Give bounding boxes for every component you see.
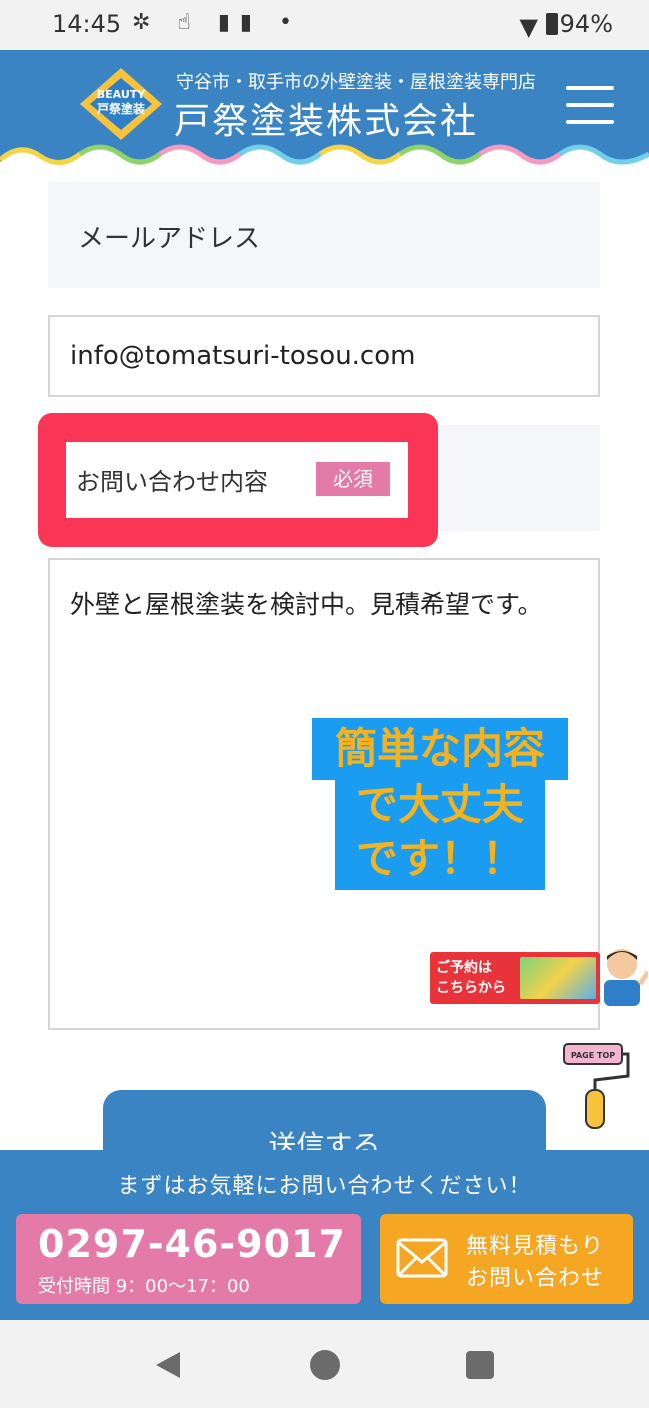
quote-line-2: お問い合わせ (466, 1266, 605, 1291)
email-label-box: メールアドレス (48, 182, 600, 288)
highlight-frame: お問い合わせ内容 必須 (38, 413, 438, 547)
inquiry-text: 外壁と屋根塗装を検討中。見積希望です。 (70, 590, 543, 619)
inquiry-label-inner: お問い合わせ内容 必須 (66, 442, 408, 518)
phone-call-button[interactable]: 0297-46-9017 受付時間 9：00〜17：00 (16, 1214, 361, 1304)
company-name[interactable]: 戸祭塗装株式会社 (174, 92, 478, 144)
reserve-line-2: こちらから (436, 980, 506, 996)
svg-text:戸祭塗装: 戸祭塗装 (97, 101, 145, 116)
reserve-thumbnail (520, 957, 596, 999)
callout-lines-2-3: で大丈夫 です！！ (335, 778, 545, 890)
status-bar: 14:45 ✲ ☝ ▮▮ • ▼ 94% (0, 0, 649, 50)
menu-icon[interactable] (566, 84, 614, 126)
battery-icon (545, 13, 558, 35)
home-icon[interactable] (310, 1350, 340, 1380)
phone-number: 0297-46-9017 (38, 1222, 346, 1266)
required-badge: 必須 (316, 462, 390, 496)
back-icon[interactable] (154, 1350, 184, 1380)
contact-cta-bar: まずはお気軽にお問い合わせください！ 0297-46-9017 受付時間 9：0… (0, 1150, 649, 1320)
page-top-button[interactable]: PAGE TOP (560, 1040, 630, 1132)
svg-text:BEAUTY: BEAUTY (97, 88, 147, 101)
reserve-banner-text: ご予約は こちらから (436, 958, 506, 998)
mail-icon (396, 1238, 448, 1278)
company-logo[interactable]: BEAUTY 戸祭塗装 (78, 66, 164, 142)
email-field[interactable]: info@tomatsuri-tosou.com (48, 315, 600, 397)
cta-lead-text: まずはお気軽にお問い合わせください！ (117, 1174, 532, 1199)
system-nav-bar (0, 1320, 649, 1408)
mascot-character (604, 949, 648, 1006)
callout-line-1: 簡単な内容 (312, 718, 568, 780)
notification-icons: ✲ ☝ ▮▮ • (132, 10, 302, 35)
free-quote-button[interactable]: 無料見積もり お問い合わせ (380, 1214, 633, 1304)
battery-level: 94% (559, 10, 613, 38)
reserve-line-1: ご予約は (436, 960, 492, 976)
status-time: 14:45 (52, 10, 122, 38)
email-label: メールアドレス (78, 224, 261, 254)
reserve-banner[interactable]: ご予約は こちらから (430, 952, 600, 1004)
status-right: ▼ 94% (520, 10, 613, 41)
header-tagline: 守谷市・取手市の外壁塗装・屋根塗装専門店 (176, 72, 536, 93)
site-header: BEAUTY 戸祭塗装 守谷市・取手市の外壁塗装・屋根塗装専門店 戸祭塗装株式会… (0, 50, 649, 180)
callout-line-3: です！！ (355, 834, 524, 883)
recents-icon[interactable] (466, 1351, 494, 1379)
inquiry-label: お問い合わせ内容 (76, 468, 268, 496)
quote-line-1: 無料見積もり (466, 1234, 605, 1259)
header-wave-decoration (0, 144, 649, 180)
svg-text:PAGE TOP: PAGE TOP (571, 1051, 615, 1060)
callout-line-2: で大丈夫 (355, 780, 524, 829)
wifi-icon: ▼ (519, 13, 539, 41)
business-hours: 受付時間 9：00〜17：00 (38, 1276, 250, 1297)
